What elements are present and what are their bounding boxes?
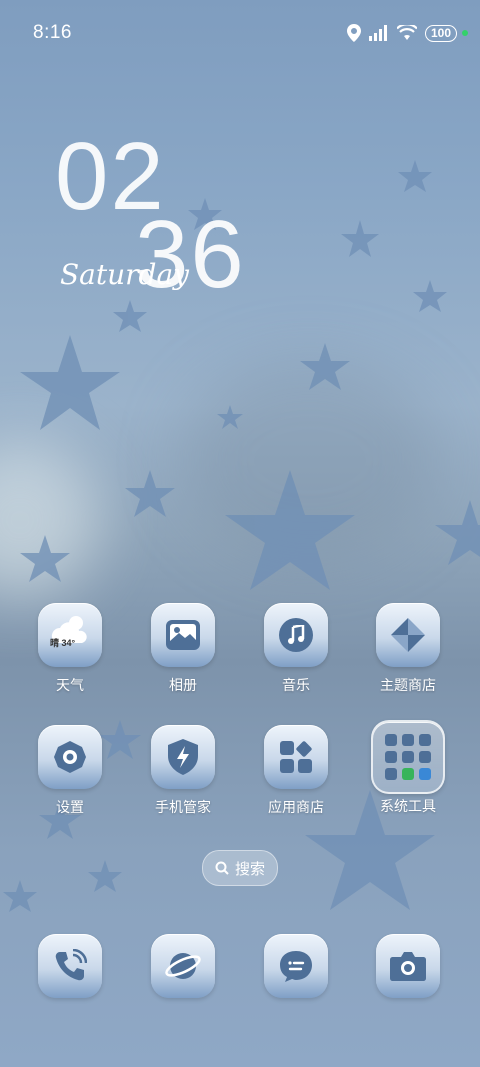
theme-store-icon[interactable] bbox=[376, 603, 440, 667]
status-time: 8:16 bbox=[33, 22, 72, 43]
app-label: 应用商店 bbox=[268, 799, 324, 815]
dock-messages[interactable] bbox=[246, 934, 346, 998]
app-label: 天气 bbox=[56, 677, 84, 693]
clock-minutes[interactable]: 36 bbox=[135, 200, 246, 310]
system-tools-folder-icon[interactable] bbox=[371, 720, 445, 794]
clock-day: Saturday bbox=[60, 258, 189, 291]
app-weather[interactable]: 晴 34° 天气 bbox=[20, 603, 120, 695]
browser-icon[interactable] bbox=[151, 934, 215, 998]
app-label: 系统工具 bbox=[380, 798, 436, 814]
app-store-icon[interactable] bbox=[264, 725, 328, 789]
settings-icon[interactable] bbox=[38, 725, 102, 789]
battery-indicator: 100 bbox=[424, 24, 457, 42]
search-button[interactable]: 搜索 bbox=[202, 850, 278, 886]
app-label: 主题商店 bbox=[380, 677, 436, 693]
app-settings[interactable]: 设置 bbox=[20, 725, 120, 817]
search-icon bbox=[215, 861, 229, 875]
app-gallery[interactable]: 相册 bbox=[133, 603, 233, 695]
weather-icon[interactable]: 晴 34° bbox=[38, 603, 102, 667]
app-label: 音乐 bbox=[282, 677, 310, 693]
messages-icon[interactable] bbox=[264, 934, 328, 998]
folder-app-grid bbox=[385, 734, 431, 780]
location-icon bbox=[346, 24, 361, 42]
music-icon[interactable] bbox=[264, 603, 328, 667]
dock-browser[interactable] bbox=[133, 934, 233, 998]
gallery-icon[interactable] bbox=[151, 603, 215, 667]
app-app-store[interactable]: 应用商店 bbox=[246, 725, 346, 817]
app-theme-store[interactable]: 主题商店 bbox=[358, 603, 458, 695]
app-system-tools-folder[interactable]: 系统工具 bbox=[358, 720, 458, 816]
phone-manager-icon[interactable] bbox=[151, 725, 215, 789]
status-bar: 8:16 100 bbox=[0, 0, 480, 68]
app-phone-manager[interactable]: 手机管家 bbox=[133, 725, 233, 817]
app-label: 手机管家 bbox=[155, 799, 211, 815]
weather-badge: 晴 34° bbox=[50, 638, 76, 648]
app-label: 相册 bbox=[169, 677, 197, 693]
charging-dot bbox=[462, 30, 468, 36]
app-label: 设置 bbox=[56, 799, 84, 815]
signal-icon bbox=[368, 25, 387, 41]
phone-icon[interactable] bbox=[38, 934, 102, 998]
dock-camera[interactable] bbox=[358, 934, 458, 998]
wifi-icon bbox=[396, 25, 417, 40]
dock-phone[interactable] bbox=[20, 934, 120, 998]
camera-icon[interactable] bbox=[376, 934, 440, 998]
status-icons: 100 bbox=[346, 22, 468, 44]
search-label: 搜索 bbox=[234, 860, 265, 878]
app-music[interactable]: 音乐 bbox=[246, 603, 346, 695]
